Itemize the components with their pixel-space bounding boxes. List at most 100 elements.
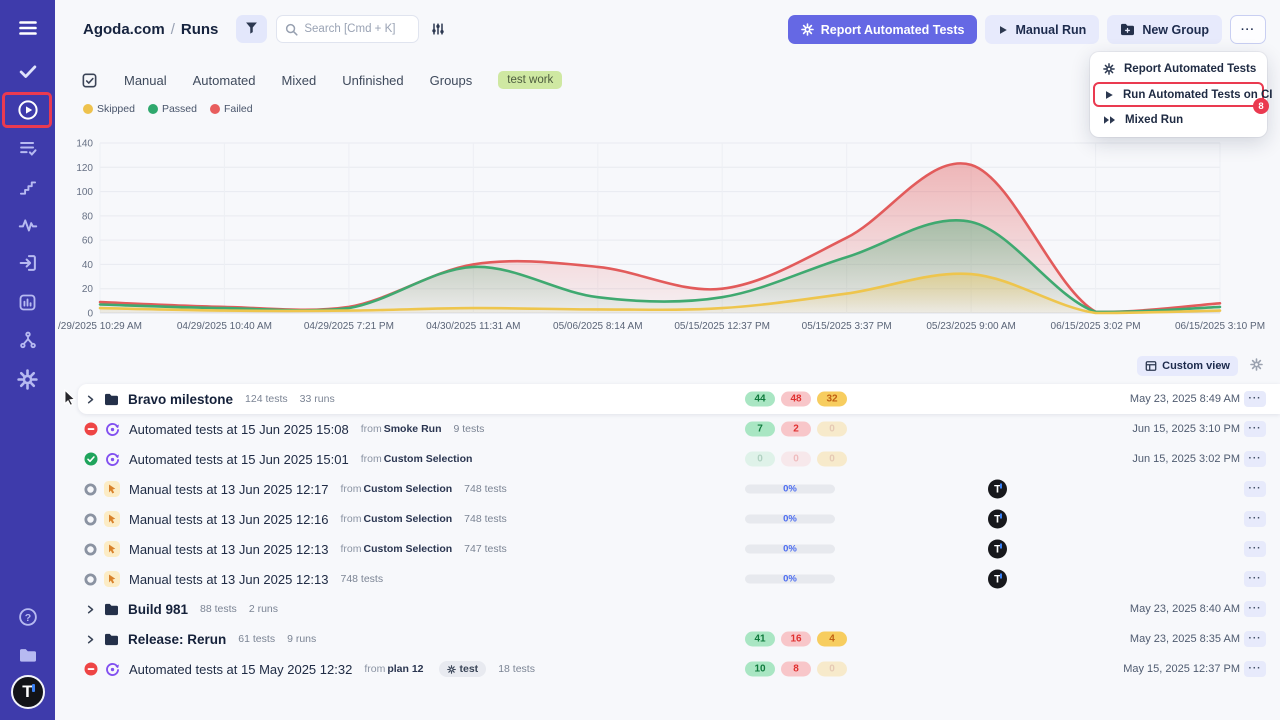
table-row[interactable]: Manual tests at 13 Jun 2025 12:17fromCus…	[78, 474, 1280, 504]
sidebar-item-logo[interactable]: T	[0, 674, 55, 710]
assignee-avatar: T	[988, 480, 1007, 499]
status-failed-icon	[84, 422, 98, 436]
x-axis-label: 06/15/2025 3:10 PM	[1175, 321, 1265, 332]
table-row[interactable]: Bravo milestone124 tests33 runs444832May…	[78, 384, 1280, 414]
run-title: Automated tests at 15 May 2025 12:32	[129, 662, 352, 677]
header-actions: Report Automated Tests Manual Run New Gr…	[788, 15, 1266, 44]
from-label: from	[361, 453, 382, 465]
runs-area-chart: 020406080100120140/29/2025 10:29 AM04/29…	[55, 120, 1280, 335]
custom-view-button[interactable]: Custom view	[1137, 356, 1238, 376]
sidebar-item-projects[interactable]	[0, 636, 55, 672]
menu-item-run-automated-tests-on-ci[interactable]: Run Automated Tests on CI 8	[1093, 82, 1264, 107]
table-row[interactable]: Automated tests at 15 Jun 2025 15:08from…	[78, 414, 1280, 444]
red-count-badge: 48	[781, 392, 811, 407]
row-more-button[interactable]: ···	[1244, 451, 1266, 467]
report-automated-tests-button[interactable]: Report Automated Tests	[788, 15, 978, 44]
row-more-button[interactable]: ···	[1244, 661, 1266, 677]
breadcrumb: Agoda.com/Runs	[83, 21, 218, 38]
manual-run-icon	[104, 571, 120, 587]
row-more-button[interactable]: ···	[1244, 541, 1266, 557]
table-row[interactable]: Automated tests at 15 Jun 2025 15:01from…	[78, 444, 1280, 474]
x-axis-label: 04/29/2025 10:40 AM	[177, 321, 272, 332]
menu-item-label: Run Automated Tests on CI	[1123, 89, 1273, 101]
more-actions-button[interactable]: ···	[1230, 15, 1266, 44]
legend-label: Passed	[162, 103, 197, 115]
row-more-button[interactable]: ···	[1244, 481, 1266, 497]
table-row[interactable]: Automated tests at 15 May 2025 12:32from…	[78, 654, 1280, 684]
row-content: Automated tests at 15 May 2025 12:32from…	[78, 654, 1280, 684]
legend-item-passed[interactable]: Passed	[148, 103, 197, 115]
sidebar-item-analytics[interactable]	[0, 207, 55, 243]
run-source: fromCustom Selection	[340, 543, 452, 555]
tab-mixed[interactable]: Mixed	[282, 73, 317, 88]
search-box[interactable]	[276, 15, 419, 43]
row-more-button[interactable]: ···	[1244, 571, 1266, 587]
meta-count: 747 tests	[464, 543, 507, 555]
filter-tag-badge[interactable]: test work	[498, 71, 562, 89]
sidebar-item-runs[interactable]	[0, 92, 55, 128]
play-icon	[1104, 90, 1114, 100]
legend-item-failed[interactable]: Failed	[210, 103, 253, 115]
tab-manual[interactable]: Manual	[124, 73, 167, 88]
more-dots: ···	[1241, 24, 1255, 36]
sidebar-item-import[interactable]	[0, 245, 55, 281]
table-row[interactable]: Release: Rerun61 tests9 runs41164May 23,…	[78, 624, 1280, 654]
automated-run-icon	[105, 422, 120, 437]
assignee-avatar: T	[988, 510, 1007, 529]
view-settings-gear-icon[interactable]	[1250, 358, 1263, 371]
menu-item-report-automated-tests[interactable]: Report Automated Tests	[1090, 56, 1267, 82]
row-more-button[interactable]: ···	[1244, 391, 1266, 407]
meta-count: 9 tests	[453, 423, 484, 435]
chevron-right-icon[interactable]	[84, 394, 97, 405]
meta-count: 33 runs	[300, 393, 335, 405]
sidebar-item-menu[interactable]	[0, 10, 55, 46]
row-more-button[interactable]: ···	[1244, 511, 1266, 527]
x-axis-label: /29/2025 10:29 AM	[58, 321, 142, 332]
filter-button[interactable]	[236, 15, 267, 43]
runs-list-icon[interactable]	[81, 72, 98, 89]
run-title: Manual tests at 13 Jun 2025 12:16	[129, 512, 328, 527]
sidebar-item-test-plans[interactable]	[0, 130, 55, 166]
run-date: May 23, 2025 8:35 AM	[1130, 633, 1240, 645]
x-axis-label: 04/30/2025 11:31 AM	[426, 321, 520, 332]
tab-unfinished[interactable]: Unfinished	[342, 73, 403, 88]
sidebar-item-help[interactable]: ?	[0, 599, 55, 635]
green-count-badge: 7	[745, 422, 775, 437]
legend-item-skipped[interactable]: Skipped	[83, 103, 135, 115]
row-more-button[interactable]: ···	[1244, 631, 1266, 647]
tab-groups[interactable]: Groups	[430, 73, 473, 88]
new-group-button[interactable]: New Group	[1107, 15, 1222, 44]
tag-label: test	[460, 663, 479, 675]
row-more-button[interactable]: ···	[1244, 421, 1266, 437]
sidebar-item-branches[interactable]	[0, 322, 55, 358]
row-content: Manual tests at 13 Jun 2025 12:17fromCus…	[78, 474, 1280, 504]
manual-run-button[interactable]: Manual Run	[985, 15, 1099, 44]
breadcrumb-page: Runs	[181, 21, 219, 38]
table-row[interactable]: Manual tests at 13 Jun 2025 12:13fromCus…	[78, 534, 1280, 564]
search-input[interactable]	[304, 23, 410, 35]
legend-dot-icon	[148, 104, 158, 114]
table-row[interactable]: Manual tests at 13 Jun 2025 12:13748 tes…	[78, 564, 1280, 594]
sidebar-item-steps[interactable]	[0, 169, 55, 205]
table-row[interactable]: Manual tests at 13 Jun 2025 12:16fromCus…	[78, 504, 1280, 534]
sidebar-item-reports[interactable]	[0, 284, 55, 320]
tab-automated[interactable]: Automated	[193, 73, 256, 88]
assignee-avatar: T	[988, 570, 1007, 589]
y-axis-tick: 120	[76, 163, 93, 174]
breadcrumb-project[interactable]: Agoda.com	[83, 21, 165, 38]
run-source: fromCustom Selection	[340, 483, 452, 495]
sidebar-item-settings[interactable]	[0, 361, 55, 397]
row-more-button[interactable]: ···	[1244, 601, 1266, 617]
menu-item-mixed-run[interactable]: Mixed Run	[1090, 107, 1267, 133]
x-axis-label: 06/15/2025 3:02 PM	[1051, 321, 1141, 332]
yellow-count-badge: 0	[817, 452, 847, 467]
y-axis-tick: 140	[76, 139, 93, 150]
table-row[interactable]: Build 98188 tests2 runsMay 23, 2025 8:40…	[78, 594, 1280, 624]
source-name: plan 12	[387, 663, 423, 675]
chevron-right-icon[interactable]	[84, 604, 97, 615]
sidebar-item-tests[interactable]	[0, 53, 55, 89]
meta-count: 124 tests	[245, 393, 288, 405]
adjustments-button[interactable]	[430, 21, 446, 37]
chevron-right-icon[interactable]	[84, 634, 97, 645]
x-axis-label: 04/29/2025 7:21 PM	[304, 321, 394, 332]
